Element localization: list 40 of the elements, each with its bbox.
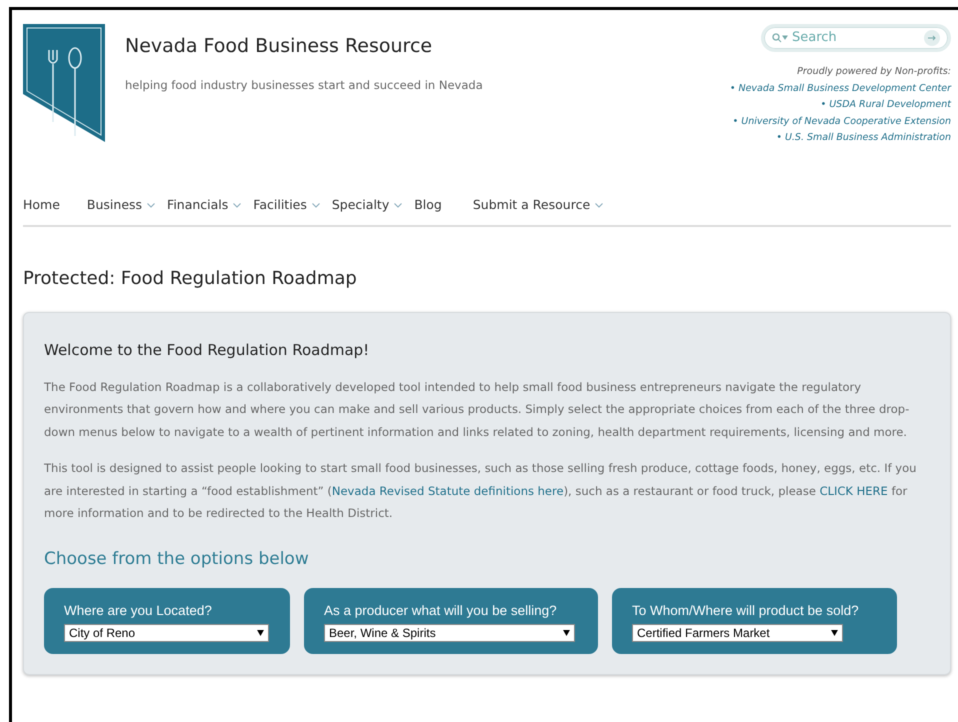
nav-item[interactable]: Facilities	[253, 196, 320, 215]
selector-label: Where are you Located?	[64, 602, 213, 620]
search-field[interactable]: Search	[761, 24, 951, 52]
site-title[interactable]: Nevada Food Business Resource	[125, 32, 483, 60]
nav-item[interactable]: Specialty	[332, 196, 402, 215]
chevron-down-icon	[394, 202, 402, 208]
nav-item[interactable]: Business	[86, 196, 156, 215]
selector-label: As a producer what will you be selling?	[324, 602, 558, 620]
dropdown-select[interactable]: Certified Farmers Market	[632, 624, 843, 642]
page-title: Protected: Food Regulation Roadmap	[23, 267, 358, 291]
dropdown-select[interactable]: Beer, Wine & Spirits	[324, 624, 575, 642]
chevron-down-icon	[312, 202, 320, 208]
options-heading: Choose from the options below	[44, 548, 310, 570]
dropdown-arrow-icon	[831, 630, 838, 636]
body-paragraph: This tool is designed to assist people looking to start small food businesses, such as those selling fresh produce, cottage foods, honey, eggs, etc. If you are interested in starting a “food establishment” (Nevada Revised Statute definitions here), such as a restaurant or food truck, please CLICK HERE for more information and to be redirected to the Health District.	[44, 460, 918, 522]
search-icon	[772, 33, 788, 43]
nav-item[interactable]: Blog	[414, 196, 442, 215]
search-input[interactable]: Search	[792, 28, 912, 48]
sponsors-heading: Proudly powered by Non-profits:	[797, 65, 951, 79]
sponsor-link[interactable]: • U.S. Small Business Administration	[776, 130, 951, 146]
chevron-down-icon	[147, 202, 156, 208]
nav-item[interactable]: Submit a Resource	[472, 196, 604, 215]
panel-heading: Welcome to the Food Regulation Roadmap!	[44, 340, 370, 361]
sponsor-link[interactable]: • USDA Rural Development	[820, 97, 951, 114]
selector-label: To Whom/Where will product be sold?	[632, 602, 860, 620]
site-tagline: helping food industry businesses start and succeed in Nevada	[125, 76, 483, 94]
chevron-down-icon	[595, 202, 604, 208]
arrow-right-icon[interactable]	[924, 30, 940, 46]
dropdown-arrow-icon	[563, 630, 570, 636]
body-paragraph: The Food Regulation Roadmap is a collaboratively developed tool intended to help small food business entrepreneurs navigate the regulatory environments that govern how and where you can make and sell various products. Simply select the appropriate choices from each of the three drop-down menus below to navigate to a wealth of pertinent information and links related to zoning, health department requirements, licensing and more.	[44, 378, 910, 440]
sponsor-link[interactable]: • Nevada Small Business Development Center	[730, 80, 951, 97]
text-link[interactable]: Nevada Revised Statute definitions here	[332, 484, 564, 498]
logo-icon	[23, 24, 105, 142]
chevron-down-icon	[233, 202, 242, 208]
dropdown-select[interactable]: City of Reno	[64, 624, 269, 642]
nav-item[interactable]: Financials	[167, 196, 242, 215]
dropdown-arrow-icon	[257, 630, 264, 636]
text-link[interactable]: CLICK HERE	[820, 484, 888, 498]
sponsor-link[interactable]: • University of Nevada Cooperative Extension	[732, 114, 951, 130]
nav-item[interactable]: Home	[23, 196, 60, 215]
